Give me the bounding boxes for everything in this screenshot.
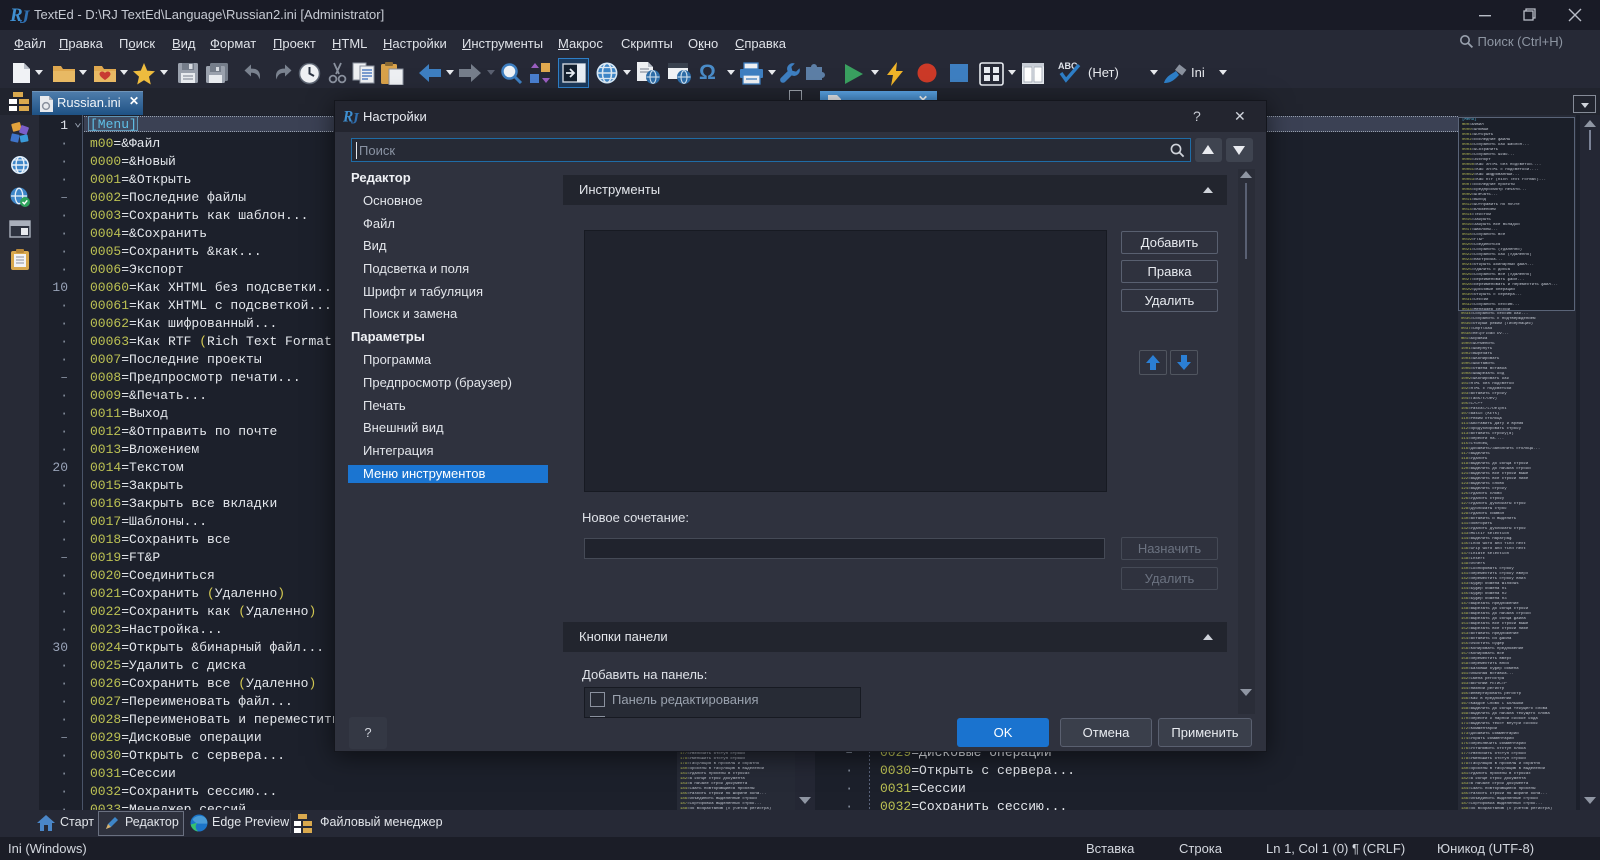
- svg-text:J: J: [350, 110, 360, 127]
- svg-text:J: J: [19, 7, 30, 26]
